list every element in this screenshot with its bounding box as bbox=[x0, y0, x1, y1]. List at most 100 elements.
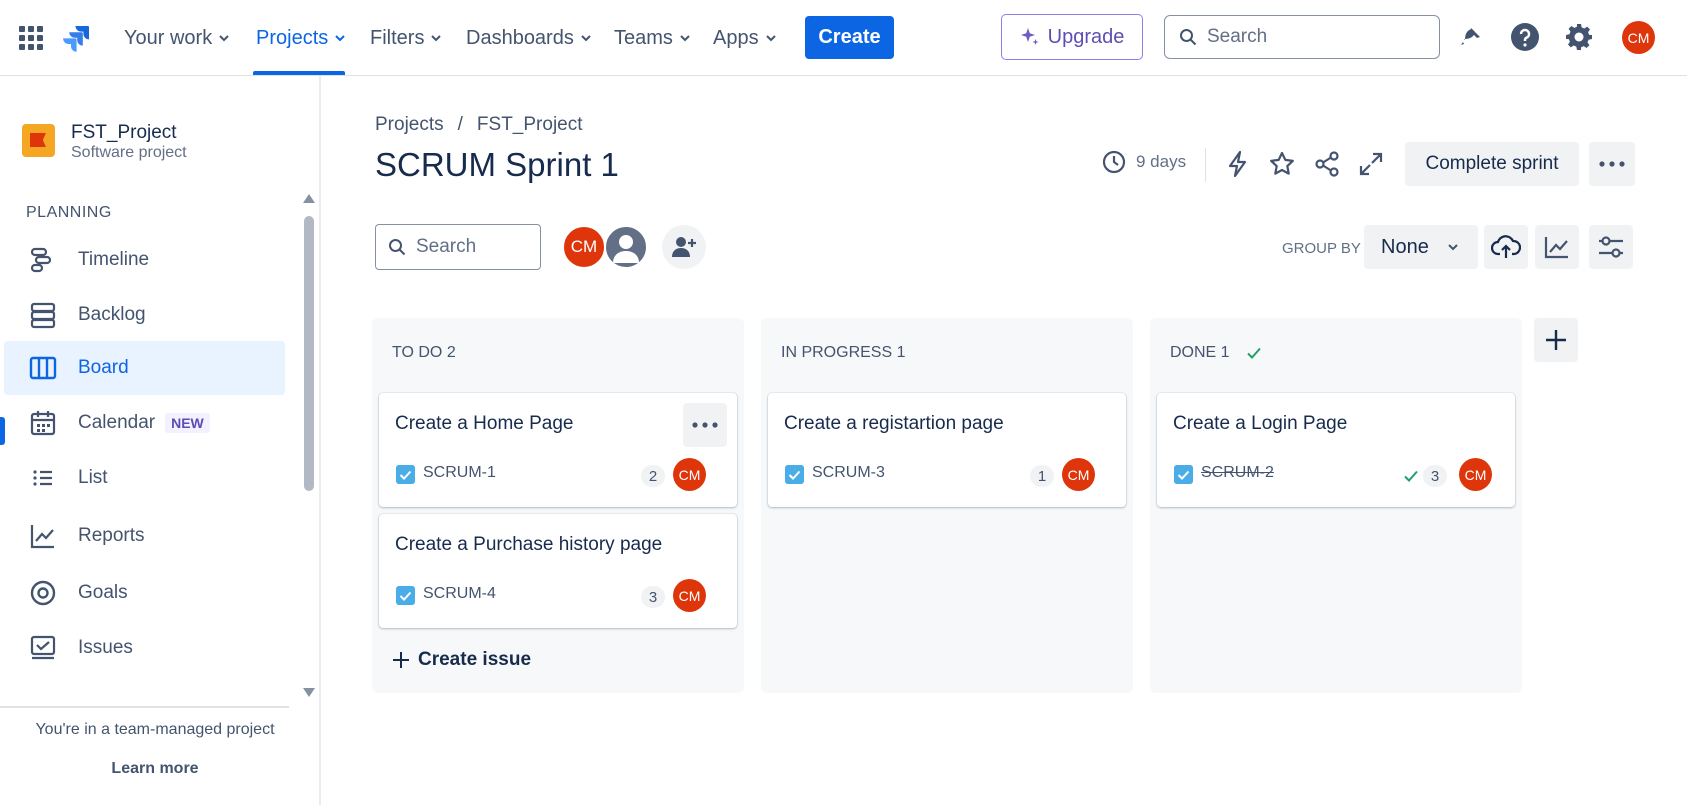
issue-summary: Create a Home Page bbox=[395, 413, 574, 434]
nav-teams[interactable]: Teams bbox=[614, 24, 691, 52]
assignee-avatar[interactable]: CM bbox=[1062, 458, 1095, 491]
issue-card[interactable]: Create a Home Page SCRUM-1 2 CM bbox=[379, 393, 737, 507]
search-placeholder: Search bbox=[416, 236, 477, 257]
create-issue-button[interactable]: Create issue bbox=[392, 649, 531, 671]
issue-card[interactable]: Create a Purchase history page SCRUM-4 3… bbox=[379, 514, 737, 628]
sidebar-item-issues[interactable]: Issues bbox=[4, 621, 285, 675]
sidebar-item-timeline[interactable]: Timeline bbox=[4, 233, 285, 287]
column-title: DONE 1 bbox=[1170, 344, 1230, 361]
assignee-avatar[interactable]: CM bbox=[673, 458, 706, 491]
more-actions-button[interactable] bbox=[1589, 142, 1635, 186]
project-type: Software project bbox=[71, 144, 187, 161]
jira-logo-icon[interactable] bbox=[60, 22, 92, 54]
active-nav-indicator bbox=[253, 71, 345, 75]
nav-label: Projects bbox=[256, 26, 329, 49]
column-header[interactable]: IN PROGRESS 1 bbox=[781, 344, 905, 362]
scroll-up-arrow-icon[interactable] bbox=[303, 194, 315, 203]
user-icon bbox=[613, 235, 639, 263]
issue-summary: Create a Purchase history page bbox=[395, 534, 663, 555]
group-by-select[interactable]: None bbox=[1364, 225, 1478, 269]
sidebar-item-goals[interactable]: Goals bbox=[4, 566, 285, 620]
search-placeholder: Search bbox=[1207, 26, 1268, 47]
create-issue-label: Create issue bbox=[418, 649, 532, 670]
search-icon bbox=[1180, 29, 1197, 46]
assignee-avatar[interactable]: CM bbox=[673, 579, 706, 612]
sidebar-scrollbar[interactable] bbox=[304, 216, 314, 491]
add-people-button[interactable] bbox=[662, 225, 706, 269]
profile-avatar[interactable]: CM bbox=[1622, 21, 1655, 54]
complete-sprint-button[interactable]: Complete sprint bbox=[1405, 142, 1579, 186]
project-avatar[interactable] bbox=[22, 124, 55, 157]
reports-icon bbox=[30, 525, 54, 549]
chevron-down-icon bbox=[680, 35, 690, 42]
column-title: TO DO 2 bbox=[392, 344, 456, 361]
backlog-icon bbox=[30, 302, 56, 329]
chevron-down-icon bbox=[335, 35, 345, 42]
fullscreen-icon[interactable] bbox=[1357, 150, 1385, 178]
nav-label: Teams bbox=[614, 26, 673, 49]
chevron-down-icon bbox=[431, 35, 442, 42]
learn-more-link[interactable]: Learn more bbox=[0, 760, 310, 778]
settings-gear-icon[interactable] bbox=[1564, 22, 1594, 52]
lightning-icon[interactable] bbox=[1224, 150, 1252, 178]
sidebar-item-list[interactable]: List bbox=[4, 451, 285, 505]
nav-dashboards[interactable]: Dashboards bbox=[466, 24, 592, 52]
nav-label: Your work bbox=[124, 26, 213, 49]
breadcrumb-project[interactable]: FST_Project bbox=[477, 114, 583, 136]
issue-key[interactable]: SCRUM-2 bbox=[1201, 464, 1274, 482]
nav-your-work[interactable]: Your work bbox=[124, 24, 230, 52]
issue-key[interactable]: SCRUM-4 bbox=[423, 585, 496, 603]
nav-projects[interactable]: Projects bbox=[256, 24, 346, 52]
release-button[interactable] bbox=[1484, 225, 1528, 269]
star-icon[interactable] bbox=[1268, 150, 1296, 178]
sprint-time-remaining[interactable]: 9 days bbox=[1102, 150, 1186, 174]
sliders-icon bbox=[1599, 236, 1623, 258]
project-name[interactable]: FST_Project bbox=[71, 122, 177, 144]
scroll-down-arrow-icon[interactable] bbox=[303, 688, 315, 697]
issue-card[interactable]: Create a Login Page SCRUM-2 3 CM bbox=[1157, 393, 1515, 507]
add-person-icon bbox=[672, 237, 696, 257]
issue-key[interactable]: SCRUM-1 bbox=[423, 464, 496, 482]
sidebar-item-backlog[interactable]: Backlog bbox=[4, 288, 285, 342]
app-switcher-icon[interactable] bbox=[19, 26, 43, 50]
assignee-avatar[interactable]: CM bbox=[1459, 458, 1492, 491]
assignee-filter-avatar[interactable]: CM bbox=[562, 225, 606, 269]
sidebar-item-label: List bbox=[78, 467, 108, 488]
share-icon[interactable] bbox=[1313, 150, 1341, 178]
column-title: IN PROGRESS 1 bbox=[781, 344, 906, 361]
chevron-down-icon bbox=[1448, 244, 1458, 251]
clock-icon bbox=[1102, 150, 1126, 174]
notifications-icon[interactable] bbox=[1456, 22, 1486, 52]
search-icon bbox=[389, 239, 406, 256]
card-more-actions-button[interactable] bbox=[683, 403, 727, 447]
sidebar-item-calendar[interactable]: Calendar NEW bbox=[4, 396, 285, 450]
sidebar-item-reports[interactable]: Reports bbox=[4, 509, 285, 563]
board-icon bbox=[29, 356, 57, 380]
issue-key[interactable]: SCRUM-3 bbox=[812, 464, 885, 482]
board-search-input[interactable]: Search bbox=[375, 224, 541, 270]
upgrade-button[interactable]: Upgrade bbox=[1001, 14, 1143, 60]
sidebar-item-label: Reports bbox=[78, 525, 145, 546]
issue-card[interactable]: Create a registartion page SCRUM-3 1 CM bbox=[768, 393, 1126, 507]
add-column-button[interactable] bbox=[1534, 318, 1578, 362]
help-icon[interactable] bbox=[1510, 22, 1540, 52]
more-horizontal-icon bbox=[692, 422, 718, 428]
global-search-input[interactable]: Search bbox=[1164, 15, 1440, 59]
insights-button[interactable] bbox=[1535, 225, 1579, 269]
column-header[interactable]: DONE 1 bbox=[1170, 344, 1262, 362]
sidebar-item-board[interactable]: Board bbox=[4, 341, 285, 395]
task-type-icon bbox=[785, 465, 804, 484]
issue-summary: Create a Login Page bbox=[1173, 413, 1348, 434]
story-points-badge: 3 bbox=[1423, 465, 1447, 487]
view-settings-button[interactable] bbox=[1589, 225, 1633, 269]
breadcrumb-projects[interactable]: Projects bbox=[375, 114, 444, 136]
unassigned-filter-avatar[interactable] bbox=[604, 225, 648, 269]
nav-filters[interactable]: Filters bbox=[370, 24, 442, 52]
story-points-badge: 3 bbox=[641, 586, 665, 608]
board-column-done: DONE 1 Create a Login Page SCRUM-2 3 CM bbox=[1150, 318, 1522, 693]
column-header[interactable]: TO DO 2 bbox=[392, 344, 456, 362]
sidebar-item-label: Backlog bbox=[78, 304, 146, 325]
nav-apps[interactable]: Apps bbox=[713, 24, 777, 52]
timeline-icon bbox=[30, 247, 52, 273]
create-button[interactable]: Create bbox=[805, 16, 894, 59]
